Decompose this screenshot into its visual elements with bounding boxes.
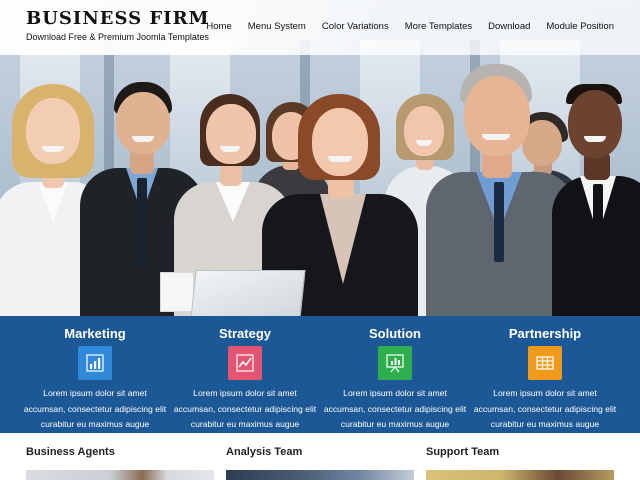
nav-item-more-templates[interactable]: More Templates: [405, 21, 472, 32]
main-navigation: Home Menu System Color Variations More T…: [206, 21, 614, 32]
feature-title: Strategy: [218, 326, 272, 341]
laptop: [190, 270, 306, 316]
nav-item-menu-system[interactable]: Menu System: [248, 21, 306, 32]
team-title: Support Team: [426, 446, 500, 458]
team-analysis: Analysis Team: [226, 446, 416, 480]
team-photo: [26, 470, 214, 480]
site-logo-title[interactable]: BUSINESS FIRM: [26, 8, 209, 29]
nav-item-module-position[interactable]: Module Position: [546, 21, 614, 32]
feature-solution: Solution Lorem ipsum dolor sit amet accu…: [320, 316, 470, 448]
nav-item-home[interactable]: Home: [206, 21, 231, 32]
feature-description: Lorem ipsum dolor sit amet accumsan, con…: [173, 388, 317, 445]
feature-partnership: Partnership Lorem ipsum dolor sit amet a…: [470, 316, 620, 448]
team-photo: [426, 470, 614, 480]
site-tagline: Download Free & Premium Joomla Templates: [26, 32, 209, 42]
feature-description: Lorem ipsum dolor sit amet accumsan, con…: [473, 388, 617, 445]
team-title: Business Agents: [26, 446, 115, 458]
line-chart-icon: [228, 346, 262, 380]
nav-item-color-variations[interactable]: Color Variations: [322, 21, 389, 32]
feature-description: Lorem ipsum dolor sit amet accumsan, con…: [323, 388, 467, 445]
bar-chart-icon: [78, 346, 112, 380]
feature-title: Solution: [369, 326, 421, 341]
presentation-chart-icon: [378, 346, 412, 380]
features-band: Marketing Lorem ipsum dolor sit amet acc…: [0, 316, 640, 445]
feature-marketing: Marketing Lorem ipsum dolor sit amet acc…: [20, 316, 170, 448]
coffee-cup: [160, 272, 194, 312]
feature-title: Partnership: [508, 326, 582, 341]
feature-title: Marketing: [64, 326, 126, 341]
table-grid-icon: [528, 346, 562, 380]
site-header: BUSINESS FIRM Download Free & Premium Jo…: [0, 0, 640, 55]
nav-item-download[interactable]: Download: [488, 21, 530, 32]
feature-strategy: Strategy Lorem ipsum dolor sit amet accu…: [170, 316, 320, 448]
team-support: Support Team: [426, 446, 616, 480]
team-photo: [226, 470, 414, 480]
feature-description: Lorem ipsum dolor sit amet accumsan, con…: [23, 388, 167, 445]
team-title: Analysis Team: [226, 446, 303, 458]
team-business-agents: Business Agents: [26, 446, 216, 480]
